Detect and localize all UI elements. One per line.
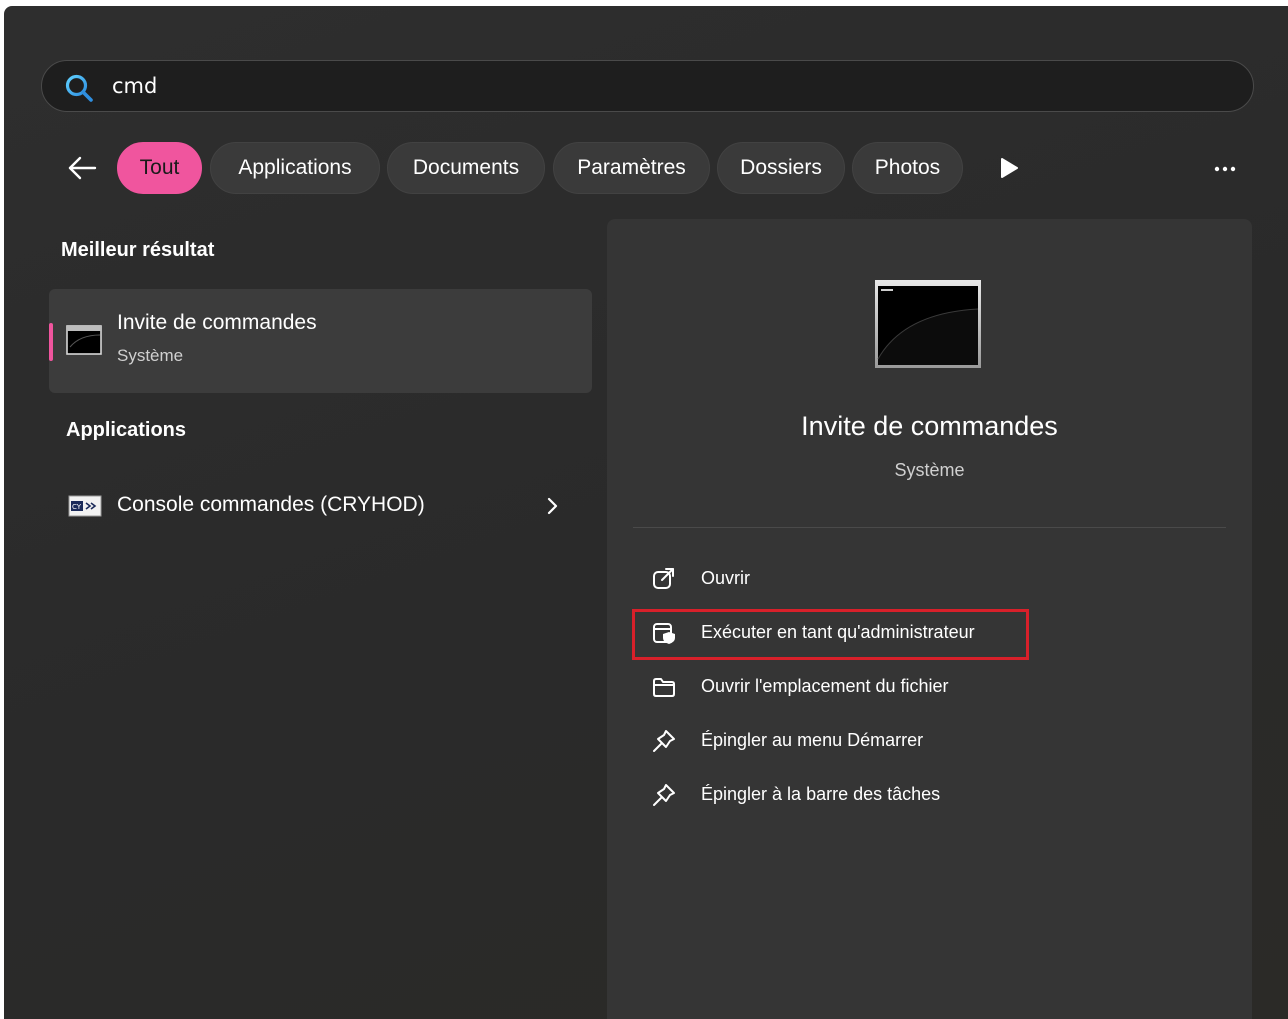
highlight-box [632, 609, 1029, 660]
app-label: Console commandes (CRYHOD) [117, 493, 425, 516]
tab-parametres[interactable]: Paramètres [553, 142, 710, 194]
pin-to-taskbar-action[interactable]: Épingler à la barre des tâches [641, 775, 1061, 815]
arrow-left-icon[interactable] [64, 150, 100, 186]
open-action[interactable]: Ouvrir [641, 559, 1061, 599]
details-panel: Invite de commandes Système Ouvrir Exécu… [607, 219, 1252, 1019]
tab-documents[interactable]: Documents [387, 142, 545, 194]
divider [633, 527, 1226, 528]
play-icon[interactable] [998, 156, 1020, 180]
open-external-icon [653, 568, 674, 589]
cryhod-console-icon: CY [68, 495, 102, 517]
pin-icon [653, 784, 675, 806]
action-label: Ouvrir [701, 568, 750, 588]
search-box[interactable] [41, 60, 1254, 112]
details-title: Invite de commandes [801, 411, 1058, 441]
tab-photos[interactable]: Photos [852, 142, 963, 194]
action-label: Ouvrir l'emplacement du fichier [701, 676, 949, 696]
chevron-right-icon[interactable] [543, 494, 563, 518]
best-result-title: Invite de commandes [117, 311, 317, 334]
folder-icon [653, 678, 675, 697]
start-menu-search-window: Tout Applications Documents Paramètres D… [4, 6, 1288, 1019]
command-prompt-icon [66, 325, 102, 355]
open-file-location-action[interactable]: Ouvrir l'emplacement du fichier [641, 667, 1061, 707]
list-item[interactable]: CY Console commandes (CRYHOD) [49, 478, 592, 534]
svg-text:CY: CY [72, 503, 82, 511]
best-result-heading: Meilleur résultat [61, 239, 215, 261]
tab-applications[interactable]: Applications [210, 142, 380, 194]
pin-to-start-action[interactable]: Épingler au menu Démarrer [641, 721, 1061, 761]
applications-heading: Applications [66, 419, 187, 441]
tab-dossiers[interactable]: Dossiers [717, 142, 845, 194]
action-label: Épingler à la barre des tâches [701, 784, 941, 804]
best-result-subtitle: Système [117, 346, 184, 365]
tab-tout[interactable]: Tout [117, 142, 202, 194]
more-horizontal-icon[interactable] [1208, 154, 1242, 184]
selection-indicator [49, 323, 53, 361]
details-subtitle: Système [894, 460, 965, 480]
action-label: Épingler au menu Démarrer [701, 730, 924, 750]
search-input[interactable] [112, 69, 1212, 103]
best-result-item[interactable]: Invite de commandes Système [49, 289, 592, 393]
search-icon [65, 74, 93, 102]
command-prompt-icon [875, 280, 981, 368]
filter-bar: Tout Applications Documents Paramètres D… [4, 140, 1288, 198]
pin-icon [653, 730, 675, 752]
